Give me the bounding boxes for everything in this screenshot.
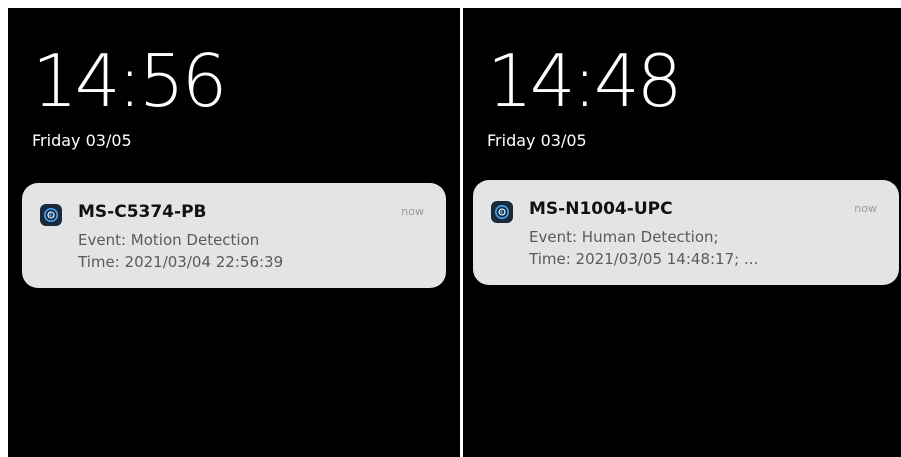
notification-card[interactable]: MS-N1004-UPC now Event: Human Detection;… xyxy=(473,180,899,285)
camera-app-icon xyxy=(40,204,62,226)
camera-app-icon xyxy=(491,201,513,223)
notification-event-text: Event: Human Detection; xyxy=(529,228,719,246)
notification-title: MS-C5374-PB xyxy=(78,202,207,222)
notification-timestamp: now xyxy=(401,205,424,218)
notification-card[interactable]: MS-C5374-PB now Event: Motion Detection … xyxy=(22,183,446,288)
notification-detail-text: Time: 2021/03/04 22:56:39 xyxy=(78,253,284,271)
lock-screen-clock: 14:56 xyxy=(32,39,227,123)
lock-screen-clock: 14:48 xyxy=(487,39,682,123)
notification-event-text: Event: Motion Detection xyxy=(78,231,260,249)
notification-timestamp: now xyxy=(854,202,877,215)
notification-title: MS-N1004-UPC xyxy=(529,199,673,219)
notification-detail-text: Time: 2021/03/05 14:48:17; ... xyxy=(529,250,759,268)
lock-screen-right: 14:48 Friday 03/05 MS-N1004-UPC now Even… xyxy=(463,8,901,457)
lock-screen-left: 14:56 Friday 03/05 MS-C5374-PB now Event… xyxy=(8,8,460,457)
lock-screen-date: Friday 03/05 xyxy=(487,131,587,150)
lock-screen-date: Friday 03/05 xyxy=(32,131,132,150)
